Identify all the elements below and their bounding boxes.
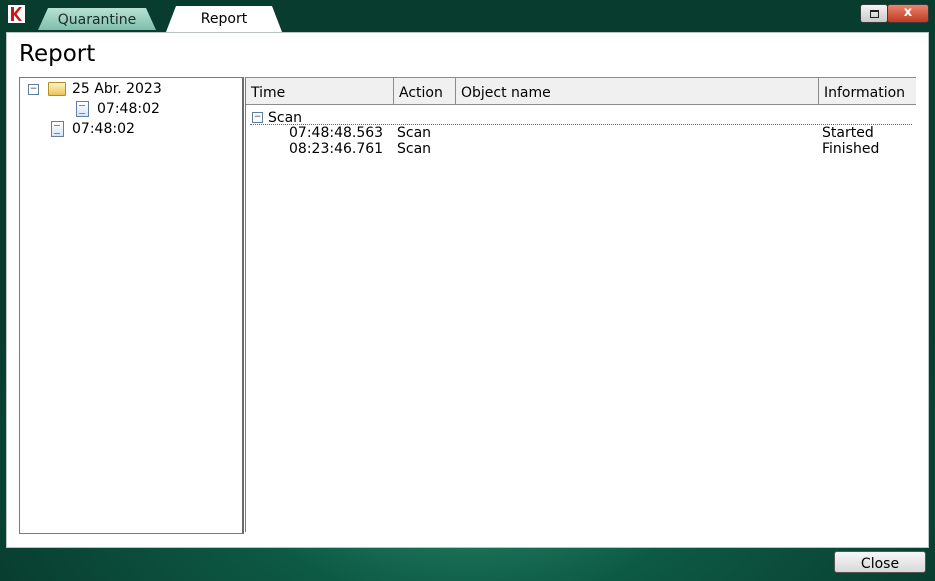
document-icon xyxy=(76,101,89,117)
group-row[interactable]: − Scan xyxy=(250,110,912,126)
cell-info: Started xyxy=(822,125,874,141)
tab-report[interactable]: Report xyxy=(166,6,282,32)
cell-time: 08:23:46.761 xyxy=(289,141,384,157)
tab-quarantine[interactable]: Quarantine xyxy=(38,8,156,30)
column-header-time[interactable]: Time xyxy=(246,77,394,105)
report-panel: Report − 25 Abr. 2023 07:48:02 07:48:02 … xyxy=(6,32,929,548)
column-header-information[interactable]: Information xyxy=(819,77,916,105)
window-close-button[interactable]: x xyxy=(887,4,929,23)
folder-icon xyxy=(48,82,66,96)
tree-item-date[interactable]: 25 Abr. 2023 xyxy=(72,81,162,97)
collapse-icon[interactable]: − xyxy=(252,112,263,123)
page-title: Report xyxy=(19,41,96,67)
tree-item-report[interactable]: 07:48:02 xyxy=(72,121,135,137)
cell-time: 07:48:48.563 xyxy=(289,125,384,141)
report-grid[interactable]: Time Action Object name Information − Sc… xyxy=(245,77,916,532)
close-icon: x xyxy=(903,5,913,20)
column-header-object-name[interactable]: Object name xyxy=(456,77,819,105)
cell-action: Scan xyxy=(397,125,432,141)
group-label: Scan xyxy=(268,110,303,126)
date-tree[interactable]: − 25 Abr. 2023 07:48:02 07:48:02 xyxy=(19,77,244,534)
collapse-icon[interactable]: − xyxy=(28,84,39,95)
column-header-action[interactable]: Action xyxy=(394,77,456,105)
close-button[interactable]: Close xyxy=(834,551,926,573)
restore-button[interactable] xyxy=(860,4,888,23)
kaspersky-k-icon[interactable] xyxy=(8,5,25,23)
cell-action: Scan xyxy=(397,141,432,157)
tree-item-report[interactable]: 07:48:02 xyxy=(97,101,160,117)
document-icon xyxy=(51,121,64,137)
cell-info: Finished xyxy=(822,141,880,157)
